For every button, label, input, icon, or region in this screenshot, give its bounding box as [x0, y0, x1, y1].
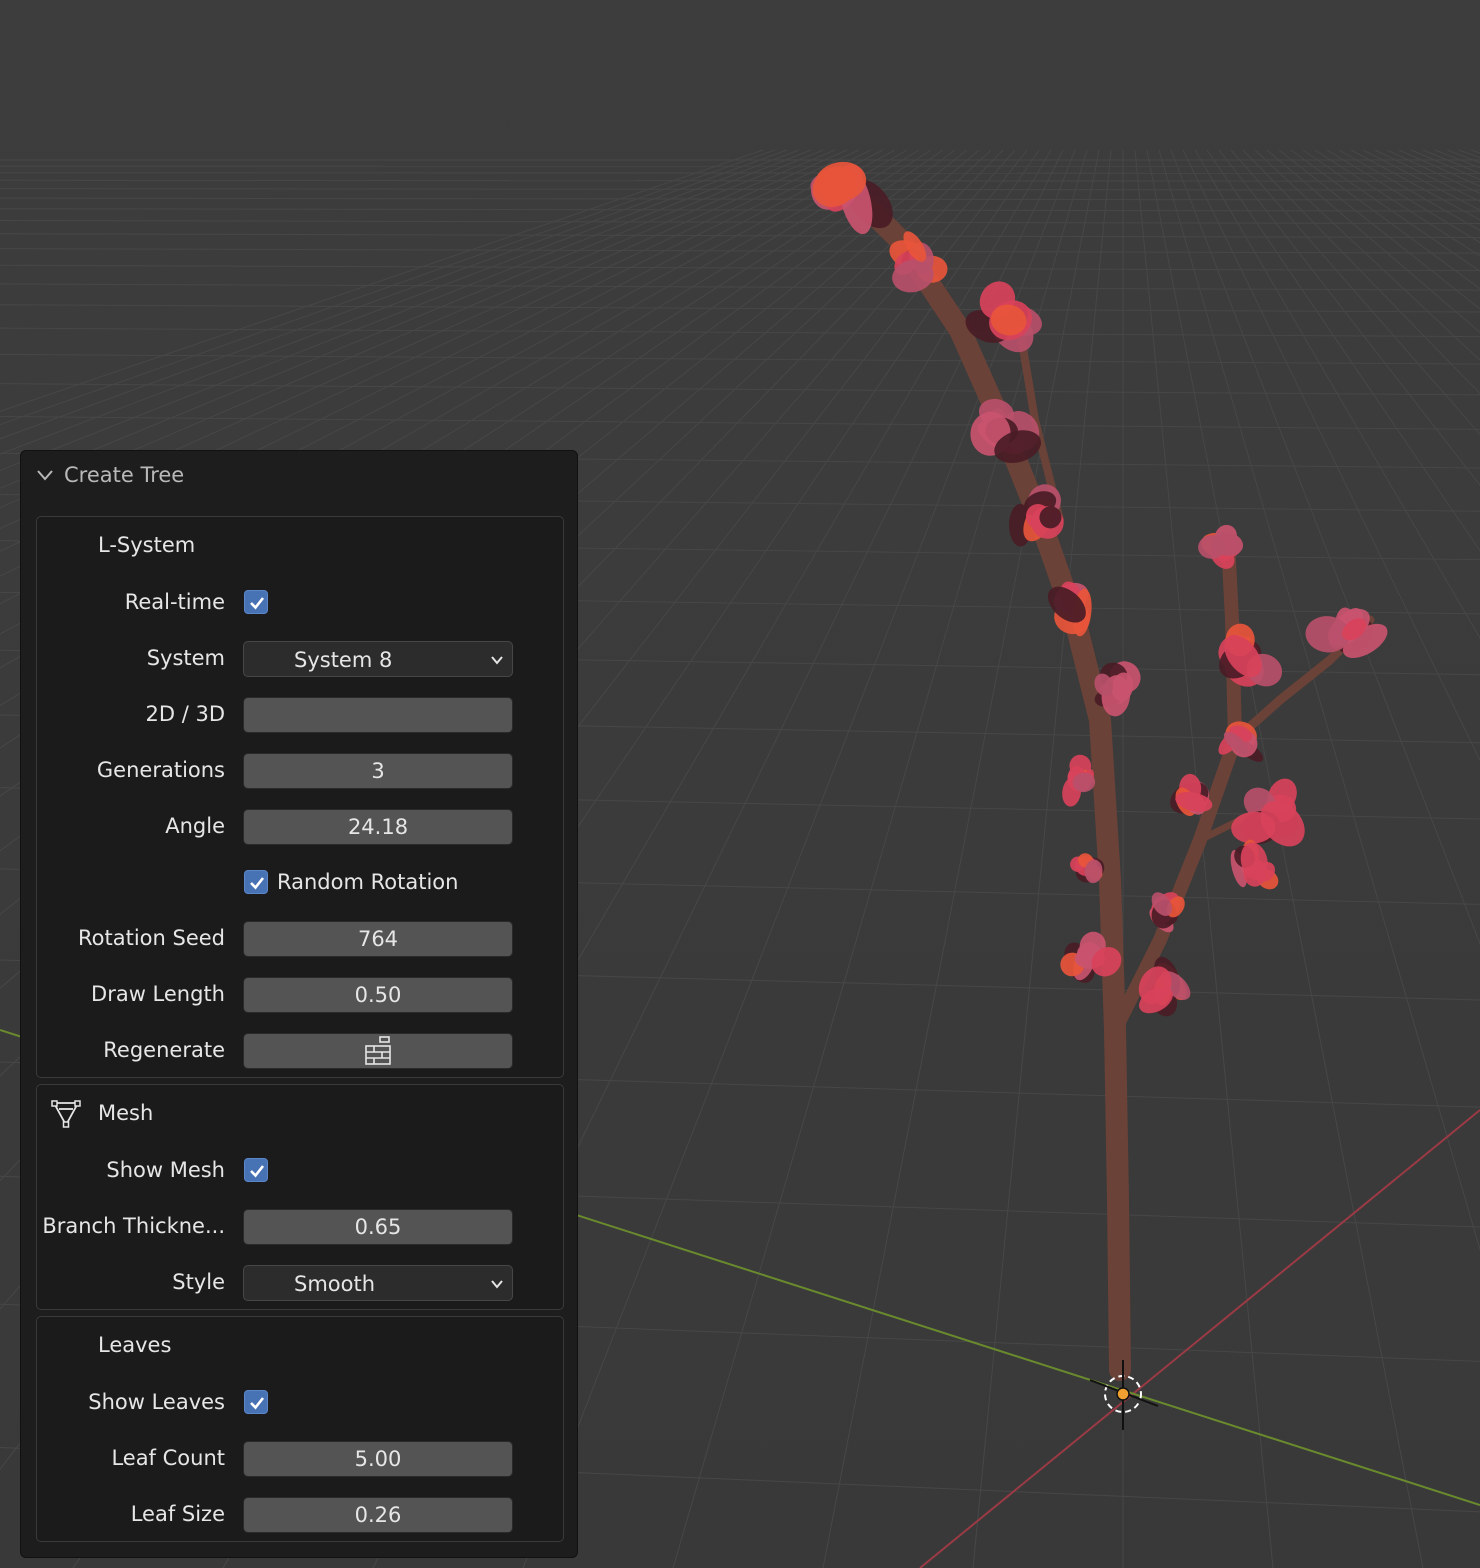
rotation-seed-field[interactable]: 764 — [243, 921, 513, 957]
leaf-size-label: Leaf Size — [130, 1502, 225, 1526]
show-leaves-row: Show Leaves — [37, 1383, 563, 1423]
system-value: System 8 — [294, 648, 393, 672]
regenerate-label: Regenerate — [103, 1038, 225, 1062]
dim-label: 2D / 3D — [145, 702, 226, 726]
draw-length-label: Draw Length — [91, 982, 225, 1006]
realtime-label: Real-time — [124, 590, 225, 614]
mesh-icon — [51, 1100, 81, 1128]
mesh-section: Mesh Show Mesh Branch Thickne... 0.65 St… — [36, 1084, 564, 1310]
draw-length-row: Draw Length 0.50 — [37, 975, 563, 1015]
system-dropdown[interactable]: System 8 — [243, 641, 513, 677]
regenerate-icon — [365, 1036, 391, 1065]
checkmark-icon — [250, 877, 265, 890]
regenerate-row: Regenerate — [37, 1031, 563, 1071]
lsystem-section: L-System Real-time System System 8 2D / … — [36, 516, 564, 1078]
realtime-row: Real-time — [37, 583, 563, 623]
realtime-checkbox[interactable] — [244, 590, 268, 614]
rotation-seed-label: Rotation Seed — [78, 926, 225, 950]
system-label: System — [146, 646, 225, 670]
style-value: Smooth — [294, 1272, 376, 1296]
random-rotation-checkbox[interactable] — [244, 870, 268, 894]
leaf-size-field[interactable]: 0.26 — [243, 1497, 513, 1533]
leaf-count-row: Leaf Count 5.00 — [37, 1439, 563, 1479]
mesh-title: Mesh — [98, 1101, 154, 1125]
leaf-size-row: Leaf Size 0.26 — [37, 1495, 563, 1535]
show-leaves-checkbox[interactable] — [244, 1390, 268, 1414]
draw-length-field[interactable]: 0.50 — [243, 977, 513, 1013]
branch-thickness-field[interactable]: 0.65 — [243, 1209, 513, 1245]
chevron-down-icon — [491, 656, 503, 665]
panel-header[interactable]: Create Tree — [21, 451, 577, 501]
chevron-down-icon[interactable] — [37, 469, 53, 481]
generations-field[interactable]: 3 — [243, 753, 513, 789]
checkmark-icon — [250, 1165, 265, 1178]
panel-title: Create Tree — [64, 463, 185, 487]
regenerate-button[interactable] — [243, 1033, 513, 1069]
angle-field[interactable]: 24.18 — [243, 809, 513, 845]
style-dropdown[interactable]: Smooth — [243, 1265, 513, 1301]
dim-row: 2D / 3D — [37, 695, 563, 735]
lsystem-title: L-System — [98, 533, 196, 557]
show-mesh-row: Show Mesh — [37, 1151, 563, 1191]
style-label: Style — [172, 1270, 225, 1294]
generations-row: Generations 3 — [37, 751, 563, 791]
dim-field[interactable] — [243, 697, 513, 733]
angle-label: Angle — [165, 814, 225, 838]
random-rotation-row: Random Rotation — [37, 863, 563, 903]
rotation-seed-row: Rotation Seed 764 — [37, 919, 563, 959]
chevron-down-icon — [491, 1280, 503, 1289]
create-tree-panel: Create Tree L-System Real-time System Sy… — [20, 450, 578, 1558]
branch-thickness-label: Branch Thickne... — [42, 1214, 225, 1238]
checkmark-icon — [250, 597, 265, 610]
leaves-section: Leaves Show Leaves Leaf Count 5.00 Leaf … — [36, 1316, 564, 1542]
random-rotation-label: Random Rotation — [277, 870, 459, 894]
show-leaves-label: Show Leaves — [88, 1390, 225, 1414]
checkmark-icon — [250, 1397, 265, 1410]
show-mesh-checkbox[interactable] — [244, 1158, 268, 1182]
leaf-count-field[interactable]: 5.00 — [243, 1441, 513, 1477]
angle-row: Angle 24.18 — [37, 807, 563, 847]
system-row: System System 8 — [37, 639, 563, 679]
branch-thickness-row: Branch Thickne... 0.65 — [37, 1207, 563, 1247]
leaf-count-label: Leaf Count — [111, 1446, 225, 1470]
generations-label: Generations — [96, 758, 225, 782]
leaves-title: Leaves — [98, 1333, 172, 1357]
show-mesh-label: Show Mesh — [106, 1158, 225, 1182]
style-row: Style Smooth — [37, 1263, 563, 1303]
